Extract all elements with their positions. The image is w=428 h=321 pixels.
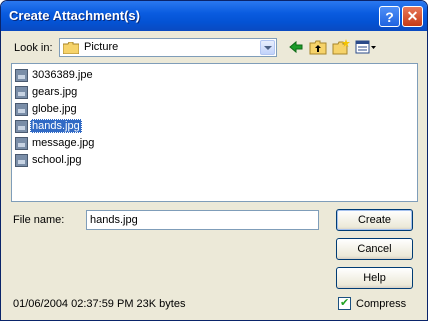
- image-file-icon: [15, 136, 28, 150]
- cancel-button[interactable]: Cancel: [336, 238, 413, 260]
- create-button[interactable]: Create: [336, 209, 413, 231]
- back-arrow-icon[interactable]: [287, 38, 305, 56]
- view-menu-icon[interactable]: [355, 38, 377, 56]
- file-list[interactable]: 3036389.jpe gears.jpg globe.jpg hands.jp…: [11, 63, 418, 202]
- file-item-selected[interactable]: hands.jpg: [15, 118, 82, 134]
- file-name: hands.jpg: [30, 119, 82, 133]
- image-file-icon: [15, 68, 28, 82]
- window-title: Create Attachment(s): [9, 8, 140, 23]
- image-file-icon: [15, 85, 28, 99]
- image-file-icon: [15, 102, 28, 116]
- look-in-label: Look in:: [14, 42, 53, 54]
- file-name: gears.jpg: [32, 86, 78, 98]
- file-name: school.jpg: [32, 154, 82, 166]
- look-in-dropdown[interactable]: Picture: [59, 38, 277, 57]
- image-file-icon: [15, 153, 28, 167]
- file-name: message.jpg: [32, 137, 95, 149]
- chevron-down-icon[interactable]: [260, 40, 275, 55]
- new-folder-icon[interactable]: [332, 38, 350, 56]
- folder-icon: [63, 42, 79, 54]
- up-folder-icon[interactable]: [309, 38, 327, 56]
- file-item[interactable]: 3036389.jpe: [15, 67, 95, 83]
- help-button[interactable]: Help: [336, 267, 413, 289]
- title-help-button[interactable]: ?: [379, 6, 400, 27]
- file-name-label: File name:: [13, 214, 65, 226]
- create-attachment-dialog: Create Attachment(s) ? ✕ Look in: Pictur…: [0, 0, 428, 321]
- file-name-input[interactable]: hands.jpg: [86, 210, 319, 230]
- file-item[interactable]: gears.jpg: [15, 84, 79, 100]
- title-bar[interactable]: Create Attachment(s) ? ✕: [1, 1, 427, 31]
- file-item[interactable]: globe.jpg: [15, 101, 79, 117]
- compress-checkbox[interactable]: [338, 296, 351, 310]
- file-item[interactable]: school.jpg: [15, 152, 84, 168]
- image-file-icon: [15, 119, 28, 133]
- look-in-value: Picture: [84, 41, 119, 53]
- file-name: globe.jpg: [32, 103, 77, 115]
- file-name: 3036389.jpe: [32, 69, 93, 81]
- file-status-text: 01/06/2004 02:37:59 PM 23K bytes: [13, 298, 186, 310]
- file-item[interactable]: message.jpg: [15, 135, 96, 151]
- compress-label: Compress: [356, 298, 407, 310]
- close-button[interactable]: ✕: [402, 6, 423, 27]
